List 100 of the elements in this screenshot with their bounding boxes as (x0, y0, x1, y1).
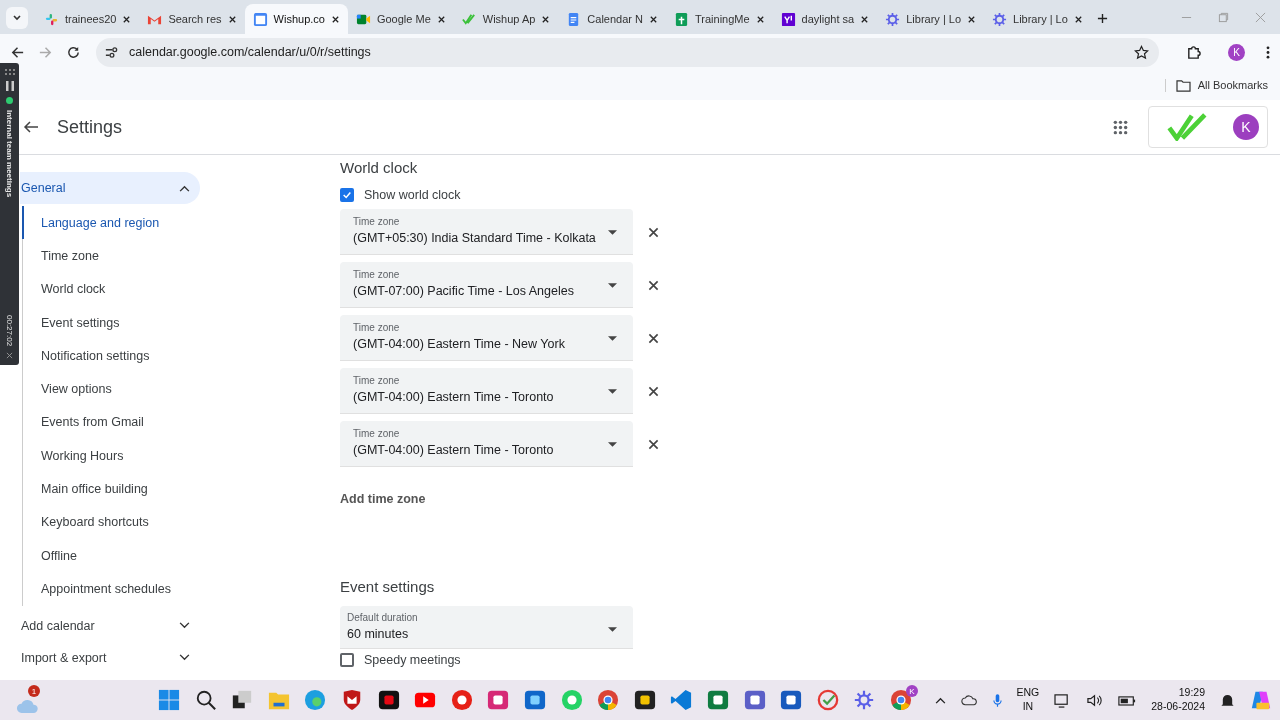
pause-icon[interactable] (5, 81, 14, 91)
duration-dropdown[interactable]: Default duration 60 minutes (340, 606, 633, 649)
speaker-icon[interactable] (1086, 692, 1104, 708)
meeting-title: Internal team meetings (5, 110, 14, 198)
sidebar-item[interactable]: Event settings (22, 305, 230, 340)
time-zone-dropdown[interactable]: Time zone (GMT-07:00) Pacific Time - Los Angeles (340, 262, 633, 308)
sidebar-item[interactable]: Main office building (22, 472, 230, 506)
bell-icon[interactable] (1220, 692, 1235, 708)
account-avatar[interactable]: K (1233, 114, 1259, 140)
dropdown-caret-icon (608, 336, 617, 341)
tab-list-button[interactable] (6, 7, 28, 29)
teams-app-icon[interactable] (743, 689, 766, 711)
time-zone-dropdown[interactable]: Time zone (GMT+05:30) India Standard Time - Kolkata (340, 209, 633, 255)
sidebar-item[interactable]: World clock (22, 272, 230, 306)
reload-icon[interactable] (66, 44, 81, 60)
sidebar-item[interactable]: Events from Gmail (22, 405, 230, 440)
camera-app-icon[interactable] (487, 689, 510, 711)
browser-tab[interactable]: daylight sa (772, 4, 878, 34)
browser-tab[interactable]: Library | Lo (984, 4, 1091, 34)
profile-avatar[interactable]: K (1228, 43, 1245, 61)
caret-icon (12, 13, 22, 23)
remove-icon[interactable] (648, 279, 659, 291)
battery-icon[interactable] (1118, 693, 1137, 707)
checkbox[interactable] (340, 653, 354, 667)
code-editor-icon[interactable] (670, 689, 693, 711)
section-heading: Event settings (340, 578, 435, 595)
close-icon[interactable] (330, 14, 340, 24)
time-zone-dropdown[interactable]: Time zone (GMT-04:00) Eastern Time - New York (340, 315, 633, 361)
close-icon[interactable] (967, 14, 977, 24)
check-circle-icon[interactable] (816, 689, 839, 711)
time-zone-dropdown[interactable]: Time zone (GMT-04:00) Eastern Time - Toronto (340, 421, 633, 467)
spreadsheet-app-icon[interactable] (706, 689, 729, 711)
dropdown-caret-icon (608, 627, 617, 632)
sidebar-item[interactable]: Notification settings (22, 339, 230, 373)
close-icon[interactable] (227, 14, 237, 24)
notes-app-icon[interactable] (633, 689, 656, 711)
apps-grid-icon[interactable] (1113, 119, 1128, 135)
cloud-icon[interactable] (960, 694, 978, 706)
remove-icon[interactable] (648, 438, 659, 450)
task-view-icon[interactable] (231, 689, 254, 711)
browser-tab[interactable]: Library | Lo (877, 4, 985, 34)
browser-tab[interactable]: Search res (139, 4, 245, 34)
browser-tab[interactable]: Wishup.co (244, 4, 348, 34)
clock[interactable]: 19:29 28-06-2024 (1151, 686, 1205, 714)
puzzle-piece-icon[interactable] (1186, 44, 1201, 60)
windows-start-icon[interactable] (158, 689, 180, 711)
address-bar[interactable]: calendar.google.com/calendar/u/0/r/settings (96, 37, 1159, 67)
close-icon[interactable] (860, 14, 870, 24)
checkmark-icon (342, 189, 352, 201)
bookmarks-folder[interactable]: All Bookmarks (1164, 78, 1268, 92)
sidebar-section[interactable]: General (20, 172, 200, 204)
notification-badge: 1 (28, 685, 40, 697)
close-icon[interactable] (755, 14, 765, 24)
double-check-icon (461, 11, 477, 27)
four-dots-icon (44, 11, 59, 27)
sidebar-section[interactable]: Import & export (20, 641, 200, 674)
sidebar-item[interactable]: Language and region (22, 206, 230, 240)
sidebar-item[interactable]: Time zone (22, 239, 230, 273)
sidebar-section[interactable]: Add calendar (20, 609, 200, 642)
sidebar-item[interactable]: Working Hours (22, 439, 230, 473)
close-icon[interactable] (436, 14, 446, 24)
more-icon[interactable] (1266, 44, 1270, 60)
close-icon[interactable] (649, 14, 658, 24)
chevron-up-icon[interactable] (934, 696, 946, 704)
music-app-icon[interactable] (450, 689, 473, 711)
spreadsheet-icon (674, 11, 689, 27)
close-icon[interactable] (1073, 14, 1083, 24)
remove-icon[interactable] (648, 332, 659, 344)
sidebar-item[interactable]: Appointment schedules (22, 572, 230, 606)
browser-tab[interactable]: trainees20 (36, 4, 140, 34)
browser-tab[interactable]: TrainingMe (666, 4, 773, 34)
sidebar-item[interactable]: View options (22, 372, 230, 406)
streaming-app-icon[interactable] (377, 689, 400, 711)
chevron-down-icon (179, 654, 190, 662)
add-time-zone-button[interactable]: Add time zone (340, 486, 426, 512)
remove-icon[interactable] (648, 226, 659, 238)
site-settings-icon[interactable] (104, 44, 119, 60)
checkbox[interactable] (340, 188, 354, 202)
browser-tab[interactable]: Wishup Ap (453, 4, 559, 34)
close-icon[interactable] (122, 14, 132, 24)
back-icon[interactable] (23, 119, 39, 135)
search-icon[interactable] (194, 689, 217, 711)
bookmark-star-icon[interactable] (1134, 44, 1149, 60)
browser-tab[interactable]: Calendar N (558, 4, 666, 34)
chrome-icon[interactable] (597, 689, 620, 711)
letter-tile-icon (780, 11, 796, 27)
mail-app-icon[interactable] (523, 689, 546, 711)
time-zone-dropdown[interactable]: Time zone (GMT-04:00) Eastern Time - Toronto (340, 368, 633, 414)
checkbox-label: Show world clock (364, 188, 461, 202)
browser-tab[interactable]: Google Me (347, 4, 454, 34)
drag-handle-icon[interactable] (4, 69, 15, 75)
remove-icon[interactable] (648, 385, 659, 397)
word-app-icon[interactable] (780, 689, 803, 711)
close-icon[interactable] (541, 14, 551, 24)
new-tab-icon[interactable] (1096, 13, 1108, 24)
chrome-icon[interactable] (889, 689, 912, 711)
language-indicator[interactable]: ENG IN (1016, 686, 1040, 714)
microphone-icon[interactable] (992, 692, 1002, 708)
sidebar-item[interactable]: Keyboard shortcuts (22, 505, 230, 539)
sidebar-item[interactable]: Offline (22, 538, 230, 573)
